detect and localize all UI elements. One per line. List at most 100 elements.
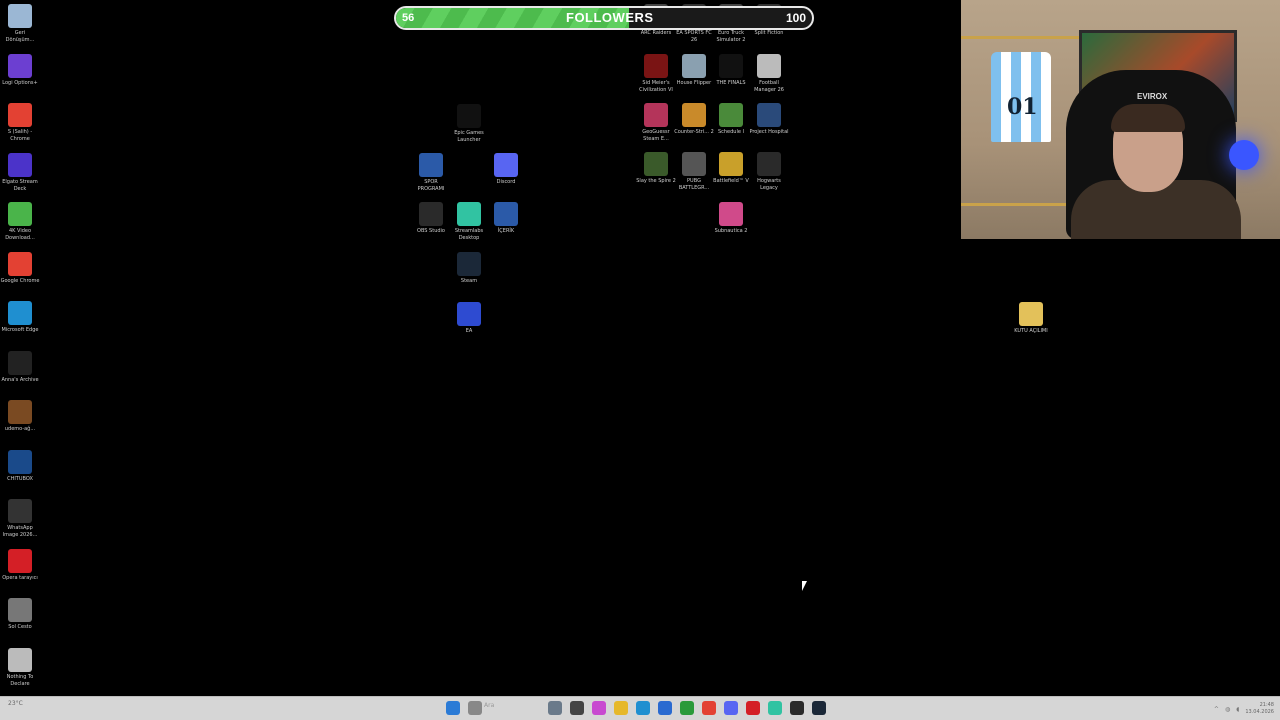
desktop-shortcut-label: 4K Video Download...	[5, 228, 35, 241]
taskbar-search-box[interactable]: Ara	[484, 702, 544, 714]
desktop-shortcut[interactable]: GeoGuessr Steam E...	[636, 103, 676, 143]
desktop-shortcut-label: Euro Truck Simulator 2	[716, 30, 746, 43]
desktop-shortcut[interactable]: Google Chrome	[0, 251, 40, 285]
desktop-shortcut-label: EA	[465, 328, 473, 334]
desktop-shortcut-label: Anna's Archive	[1, 376, 39, 383]
desktop-shortcut-label: PUBG BATTLEGR...	[678, 178, 710, 191]
desktop-shortcut[interactable]: Hogwarts Legacy	[749, 152, 789, 192]
desktop-shortcut[interactable]: EA	[449, 302, 489, 335]
desktop-shortcut[interactable]: PUBG BATTLEGR...	[674, 152, 714, 192]
desktop-shortcut[interactable]: WhatsApp Image 2026...	[0, 499, 40, 539]
desktop-shortcut[interactable]: House Flipper	[674, 54, 714, 87]
desktop-shortcut-label: Project Hospital	[749, 129, 789, 135]
desktop-shortcut[interactable]: Schedule I	[711, 103, 751, 136]
chevron-up-icon[interactable]: ^	[1214, 706, 1219, 713]
store-icon[interactable]	[658, 701, 672, 715]
desktop-shortcut[interactable]: Slay the Spire 2	[636, 152, 676, 185]
hogwarts-icon	[757, 152, 781, 176]
clock[interactable]: 21:48 13.04.2026	[1245, 702, 1274, 716]
discord-icon[interactable]	[724, 701, 738, 715]
geoguessr-icon	[644, 103, 668, 127]
desktop-shortcut-label: OBS Studio	[417, 228, 445, 234]
desktop-shortcut-label: Counter-Stri... 2	[674, 129, 714, 135]
search-icon[interactable]	[468, 701, 482, 715]
desktop-shortcut-label: Football Manager 26	[754, 80, 784, 93]
desktop-shortcut[interactable]: Football Manager 26	[749, 54, 789, 94]
desktop-shortcut[interactable]: Anna's Archive	[0, 350, 40, 384]
desktop-shortcut[interactable]: Microsoft Edge	[0, 301, 40, 334]
webcam-overlay: 01 EVIROX	[961, 0, 1280, 239]
desktop-shortcut-label: Split Fiction	[754, 30, 784, 36]
battlefield-icon	[719, 152, 743, 176]
desktop-shortcut-label: Geri Dönüşüm...	[5, 30, 35, 43]
desktop-shortcut-label: KUTU AÇILIMI	[1014, 328, 1048, 334]
desktop-shortcut[interactable]: Logi Options+	[0, 53, 40, 87]
recycle-bin-icon	[8, 4, 32, 28]
desktop-shortcut[interactable]: Project Hospital	[749, 103, 789, 136]
edge-icon[interactable]	[636, 701, 650, 715]
desktop-shortcut-label: ARC Raiders	[640, 30, 672, 36]
copilot-icon[interactable]	[592, 701, 606, 715]
chrome-icon	[8, 251, 32, 276]
followers-goal-bar: 56 FOLLOWERS 100	[394, 6, 814, 30]
desktop-shortcut[interactable]: Sol Cesto	[0, 598, 40, 631]
desktop-shortcut[interactable]: OBS Studio	[411, 202, 451, 235]
taskbar: 23°C Ara ^ ◍ ◖ 21:48 13.04.2026	[0, 696, 1280, 720]
desktop-shortcut-label: EA SPORTS FC 26	[676, 30, 712, 43]
clock-time: 21:48	[1259, 702, 1274, 708]
obs-icon[interactable]	[790, 701, 804, 715]
clock-date: 13.04.2026	[1245, 709, 1274, 715]
stream-deck-icon	[8, 152, 32, 177]
cs2-icon	[682, 103, 706, 127]
desktop-shortcut[interactable]: S (Salih) - Chrome	[0, 103, 40, 143]
desktop-shortcut[interactable]: udemo-ağ...	[0, 400, 40, 433]
desktop-shortcut-label: Hogwarts Legacy	[757, 178, 781, 191]
widgets-icon[interactable]	[548, 701, 562, 715]
desktop-shortcut-label: Streamlabs Desktop	[454, 228, 484, 241]
steam-icon	[457, 252, 481, 276]
steam-icon[interactable]	[812, 701, 826, 715]
desktop-shortcut-label: SPOR PROGRAMI	[417, 179, 445, 192]
file-explorer-icon[interactable]	[614, 701, 628, 715]
the-finals-icon	[719, 54, 743, 78]
desktop-shortcut[interactable]: Steam	[449, 252, 489, 285]
start-icon[interactable]	[446, 701, 460, 715]
opera-icon[interactable]	[746, 701, 760, 715]
network-icon[interactable]: ◍	[1225, 706, 1230, 713]
desktop-shortcut-label: Slay the Spire 2	[636, 178, 676, 184]
webcam-blue-light	[1229, 140, 1259, 170]
desktop-shortcut-label: Steam	[460, 278, 478, 284]
desktop-shortcut[interactable]: KUTU AÇILIMI	[1011, 302, 1051, 335]
weather-widget[interactable]: 23°C	[8, 700, 23, 708]
desktop-shortcut[interactable]: Discord	[486, 153, 526, 186]
chrome-icon[interactable]	[702, 701, 716, 715]
desktop-shortcut-label: Sid Meier's Civilization VI	[639, 80, 673, 93]
desktop-shortcut[interactable]: Sid Meier's Civilization VI	[636, 54, 676, 94]
chitubox-icon	[8, 449, 32, 474]
desktop-shortcut[interactable]: Subnautica 2	[711, 202, 751, 235]
desktop-shortcut[interactable]: Opera tarayıcı	[0, 548, 40, 582]
weather-temp: 23°C	[8, 700, 23, 707]
obs-icon	[419, 202, 443, 226]
streamlabs-icon[interactable]	[768, 701, 782, 715]
desktop-shortcut[interactable]: İÇERİK	[486, 202, 526, 235]
desktop-shortcut-label: Microsoft Edge	[1, 327, 39, 333]
desktop-shortcut[interactable]: Battlefield™ V	[711, 152, 751, 185]
nothing-to-declare-icon	[8, 647, 32, 672]
desktop-shortcut[interactable]: Geri Dönüşüm...	[0, 4, 40, 44]
desktop-shortcut[interactable]: Elgato Stream Deck	[0, 152, 40, 193]
desktop-shortcut[interactable]: Epic Games Launcher	[449, 104, 489, 144]
desktop-shortcut[interactable]: THE FINALS	[711, 54, 751, 87]
xbox-icon[interactable]	[680, 701, 694, 715]
epic-games-icon	[457, 104, 481, 128]
volume-icon[interactable]: ◖	[1236, 706, 1239, 713]
task-view-icon[interactable]	[570, 701, 584, 715]
desktop-shortcut[interactable]: Nothing To Declare	[0, 647, 40, 688]
desktop-shortcut[interactable]: SPOR PROGRAMI	[411, 153, 451, 193]
desktop-shortcut[interactable]: Counter-Stri... 2	[674, 103, 714, 136]
image-file-icon	[8, 499, 32, 523]
desktop-shortcut[interactable]: Streamlabs Desktop	[449, 202, 489, 242]
desktop-shortcut[interactable]: 4K Video Download...	[0, 202, 40, 242]
desktop-shortcut-label: Elgato Stream Deck	[2, 178, 38, 192]
desktop-shortcut[interactable]: CHITUBOX	[0, 449, 40, 483]
